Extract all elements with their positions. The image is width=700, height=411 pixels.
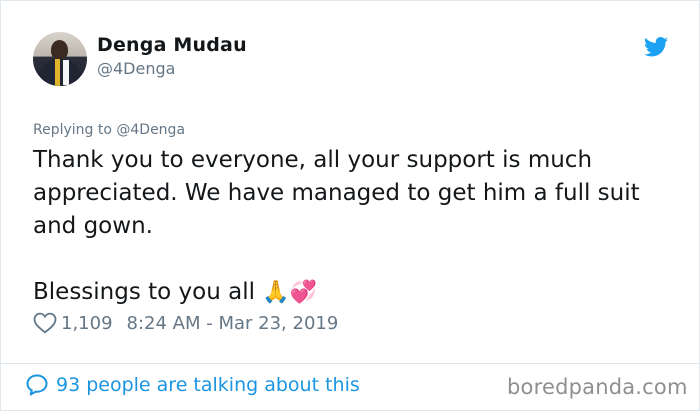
tweet-text: Thank you to everyone, all your support …: [33, 144, 683, 309]
avatar-scarf: [55, 59, 60, 86]
speech-bubble-icon: [26, 374, 48, 396]
avatar-shirt: [63, 60, 69, 85]
avatar-head: [51, 40, 68, 60]
tweet-card: Denga Mudau @4Denga Replying to @4Denga …: [0, 0, 700, 411]
tweet-meta: 1,109 8:24 AM - Mar 23, 2019: [33, 312, 338, 334]
avatar-body: [41, 59, 79, 86]
like-count[interactable]: 1,109: [61, 313, 113, 334]
author-handle[interactable]: @4Denga: [97, 59, 175, 78]
tweet-paragraph-1: Thank you to everyone, all your support …: [33, 147, 640, 239]
tweet-paragraph-2-text: Blessings to you all: [33, 279, 255, 305]
author-name[interactable]: Denga Mudau: [97, 34, 247, 56]
twitter-bird-icon[interactable]: [644, 37, 668, 57]
talking-text: 93 people are talking about this: [56, 374, 360, 396]
avatar[interactable]: [33, 32, 87, 86]
talking-link[interactable]: 93 people are talking about this: [25, 373, 360, 397]
tweet-timestamp[interactable]: 8:24 AM - Mar 23, 2019: [127, 313, 339, 334]
emoji-group: 🙏💞: [262, 280, 318, 305]
replying-to[interactable]: Replying to @4Denga: [33, 122, 185, 138]
divider: [1, 363, 700, 364]
watermark: boredpanda.com: [507, 375, 688, 399]
tweet-paragraph-2: Blessings to you all 🙏💞: [33, 276, 683, 309]
heart-outline-icon[interactable]: [33, 312, 57, 334]
